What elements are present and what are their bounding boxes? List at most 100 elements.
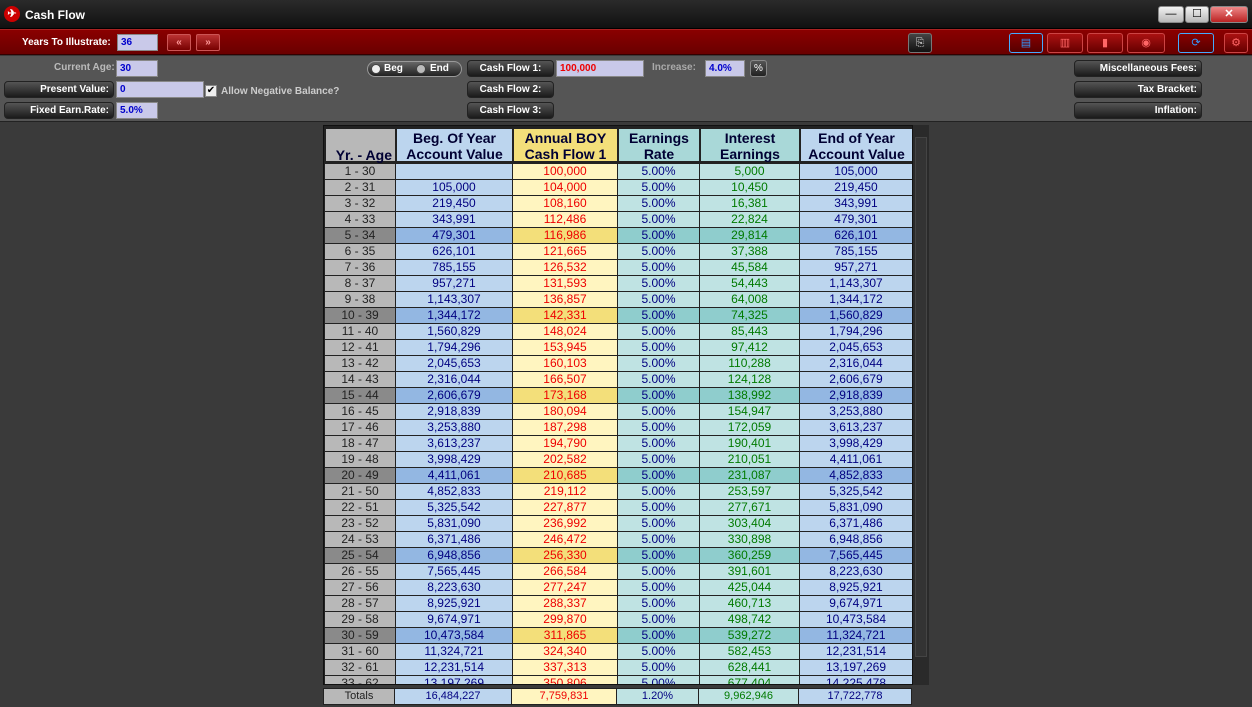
cell-end-value: 1,560,829 — [800, 308, 913, 324]
present-value-button[interactable]: Present Value: — [4, 81, 114, 98]
tax-bracket-button[interactable]: Tax Bracket: — [1074, 81, 1202, 98]
cell-year-age: 13 - 42 — [325, 356, 396, 372]
cash-flow-2-button[interactable]: Cash Flow 2: — [467, 81, 554, 98]
increase-percent-button[interactable]: % — [750, 60, 767, 77]
cell-earnings-rate: 5.00% — [618, 516, 700, 532]
cell-beg-value: 2,606,679 — [396, 388, 513, 404]
cash-flow-table: Yr. - Age Beg. Of Year Account Value Annua… — [323, 125, 929, 685]
table-scrollbar[interactable] — [912, 125, 929, 685]
cell-interest-earnings: 110,288 — [700, 356, 800, 372]
cell-beg-value: 2,045,653 — [396, 356, 513, 372]
refresh-icon[interactable]: ⟳ — [1178, 33, 1214, 53]
header-end-value[interactable]: End of Year Account Value — [800, 128, 913, 162]
cash-flow-3-button[interactable]: Cash Flow 3: — [467, 102, 554, 119]
fixed-earn-rate-button[interactable]: Fixed Earn.Rate: — [4, 102, 114, 119]
cell-beg-value: 6,371,486 — [396, 532, 513, 548]
misc-fees-button[interactable]: Miscellaneous Fees: — [1074, 60, 1202, 77]
cell-beg-value: 8,223,630 — [396, 580, 513, 596]
cell-year-age: 23 - 52 — [325, 516, 396, 532]
beg-end-toggle[interactable]: Beg End — [367, 61, 462, 77]
header-beg-value[interactable]: Beg. Of Year Account Value — [396, 128, 513, 162]
cell-beg-value: 2,316,044 — [396, 372, 513, 388]
increase-input[interactable]: 4.0% — [705, 60, 745, 77]
header-interest-earnings[interactable]: Interest Earnings — [700, 128, 800, 162]
cell-interest-earnings: 277,671 — [700, 500, 800, 516]
header-cash-flow-1[interactable]: Annual BOY Cash Flow 1 — [513, 128, 618, 162]
cell-earnings-rate: 5.00% — [618, 660, 700, 676]
cell-year-age: 11 - 40 — [325, 324, 396, 340]
cell-end-value: 9,674,971 — [800, 596, 913, 612]
cell-cash-flow-1: 112,486 — [513, 212, 618, 228]
table-view-icon[interactable]: ▤ — [1009, 33, 1043, 53]
cell-year-age: 26 - 55 — [325, 564, 396, 580]
inflation-button[interactable]: Inflation: — [1074, 102, 1202, 119]
cell-interest-earnings: 154,947 — [700, 404, 800, 420]
present-value-input[interactable]: 0 — [116, 81, 204, 98]
cell-cash-flow-1: 173,168 — [513, 388, 618, 404]
cell-year-age: 30 - 59 — [325, 628, 396, 644]
cell-cash-flow-1: 194,790 — [513, 436, 618, 452]
cell-year-age: 6 - 35 — [325, 244, 396, 260]
cell-end-value: 957,271 — [800, 260, 913, 276]
cell-beg-value: 6,948,856 — [396, 548, 513, 564]
beg-radio[interactable] — [371, 64, 381, 74]
prev-years-button[interactable]: « — [167, 34, 191, 51]
beg-label: Beg — [384, 63, 403, 74]
cell-interest-earnings: 253,597 — [700, 484, 800, 500]
scrollbar-thumb[interactable] — [915, 137, 927, 657]
cell-interest-earnings: 10,450 — [700, 180, 800, 196]
current-age-input[interactable]: 30 — [116, 60, 158, 77]
total-earnings-rate: 1.20% — [617, 689, 699, 704]
cell-interest-earnings: 498,742 — [700, 612, 800, 628]
cell-beg-value: 5,831,090 — [396, 516, 513, 532]
cell-year-age: 1 - 30 — [325, 164, 396, 180]
cell-beg-value: 1,143,307 — [396, 292, 513, 308]
cell-beg-value: 479,301 — [396, 228, 513, 244]
cell-interest-earnings: 360,259 — [700, 548, 800, 564]
cell-year-age: 9 - 38 — [325, 292, 396, 308]
cash-flow-1-button[interactable]: Cash Flow 1: — [467, 60, 554, 77]
cell-end-value: 3,253,880 — [800, 404, 913, 420]
cell-cash-flow-1: 227,877 — [513, 500, 618, 516]
cell-year-age: 32 - 61 — [325, 660, 396, 676]
cell-earnings-rate: 5.00% — [618, 164, 700, 180]
cell-interest-earnings: 64,008 — [700, 292, 800, 308]
cell-earnings-rate: 5.00% — [618, 372, 700, 388]
header-year-age[interactable]: Yr. - Age — [325, 128, 396, 163]
cash-flow-1-input[interactable]: 100,000 — [556, 60, 644, 77]
cell-beg-value: 1,560,829 — [396, 324, 513, 340]
fixed-earn-rate-input[interactable]: 5.0% — [116, 102, 158, 119]
cell-earnings-rate: 5.00% — [618, 308, 700, 324]
bar-chart-icon[interactable]: ▥ — [1047, 33, 1083, 53]
cell-interest-earnings: 677,404 — [700, 676, 800, 684]
cell-end-value: 2,606,679 — [800, 372, 913, 388]
close-button[interactable]: ✕ — [1210, 6, 1248, 23]
cell-interest-earnings: 97,412 — [700, 340, 800, 356]
years-to-illustrate-label: Years To Illustrate: — [22, 37, 111, 48]
cell-beg-value: 1,344,172 — [396, 308, 513, 324]
cell-end-value: 343,991 — [800, 196, 913, 212]
cell-year-age: 28 - 57 — [325, 596, 396, 612]
allow-negative-checkbox[interactable]: ✔ — [205, 85, 217, 97]
current-age-label: Current Age: — [54, 62, 115, 73]
maximize-button[interactable]: ☐ — [1185, 6, 1209, 23]
settings-gear-icon[interactable]: ⚙ — [1224, 33, 1248, 53]
column-chart-icon[interactable]: ▮ — [1087, 33, 1123, 53]
cell-interest-earnings: 172,059 — [700, 420, 800, 436]
cell-beg-value: 8,925,921 — [396, 596, 513, 612]
export-icon[interactable]: ⎘ — [908, 33, 932, 53]
end-radio[interactable] — [416, 64, 426, 74]
years-input[interactable]: 36 — [117, 34, 158, 51]
cell-beg-value: 11,324,721 — [396, 644, 513, 660]
cell-year-age: 8 - 37 — [325, 276, 396, 292]
minimize-button[interactable]: — — [1158, 6, 1184, 23]
pie-chart-icon[interactable]: ◉ — [1127, 33, 1165, 53]
cell-beg-value: 4,411,061 — [396, 468, 513, 484]
cell-end-value: 3,998,429 — [800, 436, 913, 452]
cell-cash-flow-1: 148,024 — [513, 324, 618, 340]
cell-beg-value: 343,991 — [396, 212, 513, 228]
next-years-button[interactable]: » — [196, 34, 220, 51]
cell-cash-flow-1: 350,806 — [513, 676, 618, 684]
header-earnings-rate[interactable]: Earnings Rate — [618, 128, 700, 162]
cell-year-age: 24 - 53 — [325, 532, 396, 548]
